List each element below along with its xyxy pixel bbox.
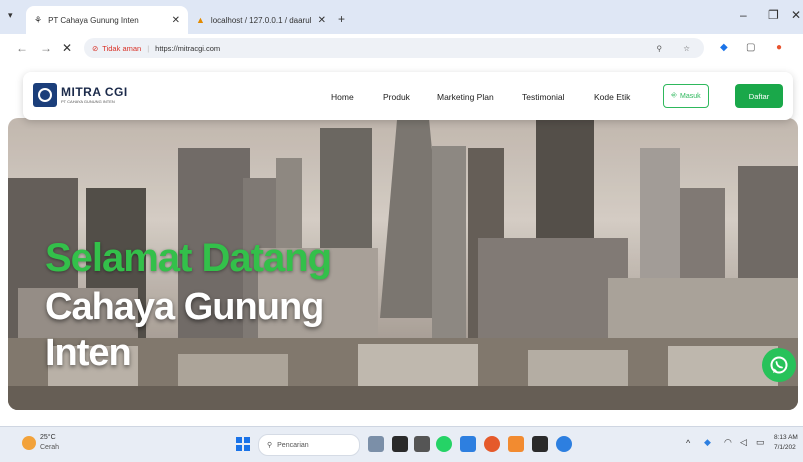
nav-testimonial[interactable]: Testimonial [522,92,565,102]
forward-icon[interactable]: → [40,41,52,55]
site-navbar: MITRA CGI PT CAHAYA GUNUNG INTEN Home Pr… [23,72,793,120]
bookmark-star-icon[interactable]: ☆ [683,44,690,53]
login-label: Masuk [679,92,701,100]
taskbar-search-box[interactable]: ⚲ Pencarian [258,434,360,456]
brand-name[interactable]: MITRA CGI [61,85,128,99]
security-label: Tidak aman [102,43,142,53]
tray-chevron-icon[interactable]: ^ [686,438,690,448]
separator: | [147,43,150,53]
hero-title-line2: Cahaya Gunung [45,286,324,328]
nav-kode-etik[interactable]: Kode Etik [594,92,630,102]
login-icon: ⎆ [671,92,677,99]
address-bar[interactable]: ⊘ Tidak aman | https://mitracgi.com ⚲ ☆ [84,38,704,58]
file-explorer-icon[interactable] [392,436,408,452]
tab-list-icon[interactable]: ▾ [8,10,13,21]
nav-home[interactable]: Home [331,92,354,102]
restore-icon[interactable]: ❐ [768,8,779,22]
url-text: https://mitracgi.com [155,43,221,53]
wifi-icon[interactable]: ◠ [724,437,732,448]
brand-subtitle: PT CAHAYA GUNUNG INTEN [61,99,115,104]
whatsapp-app-icon[interactable] [436,436,452,452]
search-placeholder: Pencarian [277,441,309,449]
stop-icon[interactable]: ✕ [62,41,72,55]
xampp-icon[interactable] [508,436,524,452]
site-favicon-icon: ⚘ [34,14,43,25]
profile-icon[interactable]: ● [776,42,782,53]
brand-logo-icon[interactable] [33,83,57,107]
clock-date[interactable]: 7/1/202 [774,444,796,451]
terminal-icon[interactable] [532,436,548,452]
hero-banner: Selamat Datang Cahaya Gunung Inten [8,118,798,410]
sidebar-icon[interactable]: ▢ [746,42,755,53]
web-page: Selamat Datang Cahaya Gunung Inten MITRA… [0,62,803,418]
weather-temp[interactable]: 25°C [40,434,56,441]
minimize-icon[interactable]: – [740,8,747,22]
tab-title: PT Cahaya Gunung Inten [48,15,139,25]
chrome-icon[interactable] [484,436,500,452]
phpmyadmin-favicon-icon: ▲ [196,15,205,25]
hero-title-greeting: Selamat Datang [45,236,332,280]
vscode-icon[interactable] [460,436,476,452]
tab-strip: ▾ ⚘ PT Cahaya Gunung Inten ✕ ▲ localhost… [0,0,803,34]
tab-active[interactable]: ⚘ PT Cahaya Gunung Inten ✕ [26,6,188,34]
tab-close-icon[interactable]: ✕ [172,15,180,26]
windows-start-icon[interactable] [236,437,250,451]
battery-icon[interactable]: ▭ [756,437,765,448]
close-window-icon[interactable]: ✕ [791,8,801,22]
extension-icon[interactable]: ◆ [720,42,728,53]
register-label: Daftar [748,91,770,101]
clock-time[interactable]: 8:13 AM [774,434,798,441]
tab-inactive[interactable]: ▲ localhost / 127.0.0.1 / daarul / ✕ [188,6,334,34]
warning-icon: ⊘ [92,43,99,53]
zoom-icon[interactable]: ⚲ [657,44,663,53]
register-button[interactable]: Daftar [735,84,783,108]
browser-app-icon[interactable] [556,436,572,452]
login-button[interactable]: ⎆ Masuk [663,84,709,108]
task-view-icon[interactable] [368,436,384,452]
notes-icon[interactable] [414,436,430,452]
whatsapp-button[interactable] [762,348,796,382]
browser-toolbar: ← → ✕ ⊘ Tidak aman | https://mitracgi.co… [0,34,803,62]
tray-app-icon[interactable]: ◆ [704,437,711,448]
new-tab-icon[interactable]: + [338,12,345,26]
whatsapp-icon [770,356,788,374]
volume-icon[interactable]: ◁ [740,437,747,448]
tab-title: localhost / 127.0.0.1 / daarul / [210,15,312,25]
hero-title-line3: Inten [45,332,132,374]
search-icon: ⚲ [267,442,273,449]
os-taskbar: 25°C Cerah ⚲ Pencarian ^ ◆ ◠ ◁ ▭ 8:13 AM… [0,426,803,462]
weather-sun-icon[interactable] [22,436,36,450]
nav-marketing-plan[interactable]: Marketing Plan [437,92,494,102]
back-icon[interactable]: ← [16,41,28,55]
tab-close-icon[interactable]: ✕ [318,15,326,26]
weather-desc: Cerah [40,444,60,451]
nav-produk[interactable]: Produk [383,92,410,102]
